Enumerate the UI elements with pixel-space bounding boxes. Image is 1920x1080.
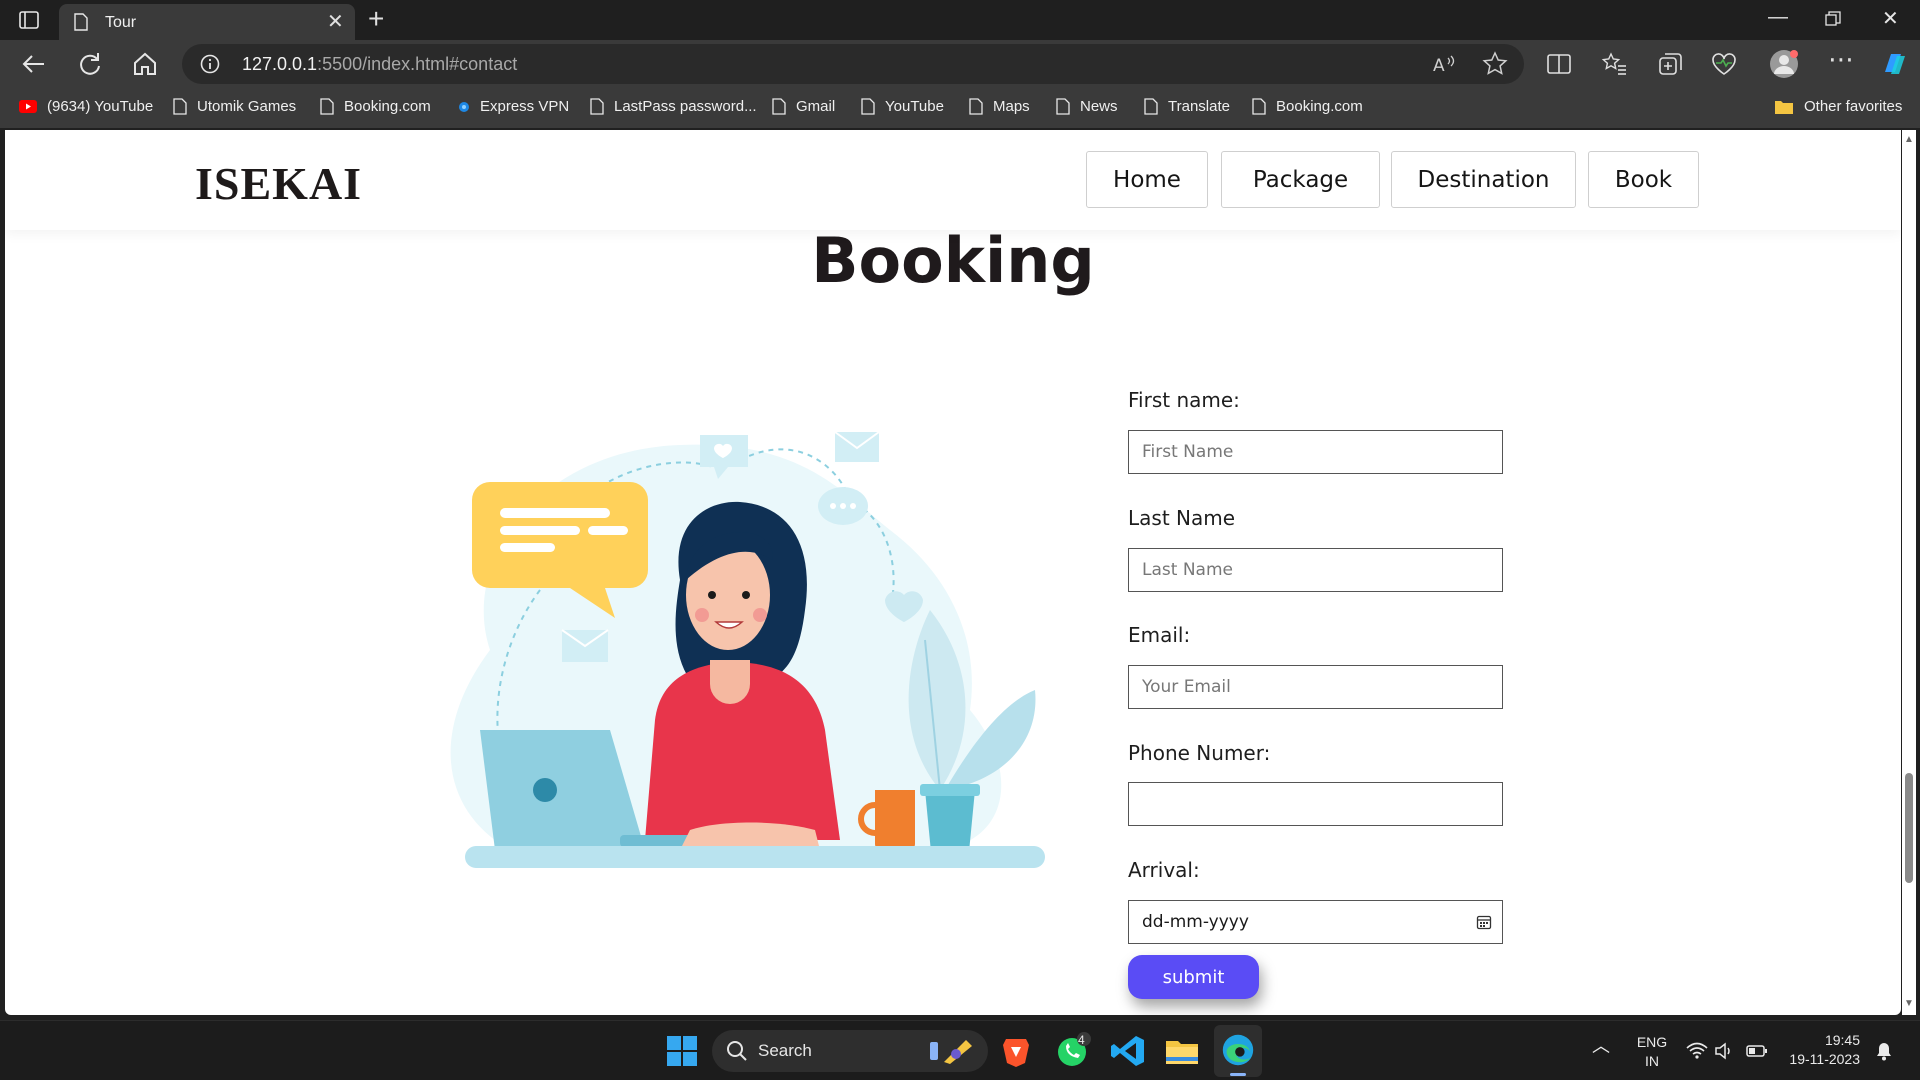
nav-home[interactable]: Home bbox=[1086, 151, 1208, 208]
browser-tab-active[interactable]: Tour ✕ bbox=[59, 4, 355, 40]
bookmark-translate[interactable]: Translate bbox=[1144, 98, 1230, 115]
file-explorer-icon[interactable] bbox=[1162, 1031, 1202, 1071]
scrollbar-thumb[interactable] bbox=[1905, 773, 1913, 883]
tab-title: Tour bbox=[105, 14, 137, 31]
bookmark-youtube[interactable]: YouTube bbox=[861, 98, 944, 115]
bookmark-gmail[interactable]: Gmail bbox=[772, 98, 835, 115]
page-icon bbox=[1056, 98, 1070, 115]
show-hidden-icons-chevron-icon[interactable]: ︿ bbox=[1592, 1037, 1610, 1056]
page-icon bbox=[74, 13, 88, 31]
first-name-input[interactable]: First Name bbox=[1128, 430, 1503, 474]
arrival-date-input[interactable]: dd-mm-yyyy bbox=[1128, 900, 1503, 944]
favorites-bar: (9634) YouTube Utomik Games Booking.com … bbox=[0, 88, 1920, 128]
windows-taskbar: Search 4 ︿ ENG IN 19:45 19-11-2023 bbox=[0, 1020, 1920, 1080]
browser-essentials-icon[interactable] bbox=[1710, 50, 1738, 78]
whatsapp-icon[interactable] bbox=[1052, 1031, 1092, 1071]
settings-more-icon[interactable]: ⋯ bbox=[1828, 44, 1856, 74]
phone-label: Phone Numer: bbox=[1128, 741, 1271, 765]
page-title: Booking bbox=[811, 224, 1095, 297]
arrival-date-value: dd-mm-yyyy bbox=[1142, 912, 1249, 932]
email-input[interactable]: Your Email bbox=[1128, 665, 1503, 709]
nav-package[interactable]: Package bbox=[1221, 151, 1380, 208]
scroll-down-arrow-icon[interactable]: ▼ bbox=[1904, 998, 1914, 1009]
battery-icon[interactable] bbox=[1746, 1043, 1768, 1059]
nav-book[interactable]: Book bbox=[1588, 151, 1699, 208]
first-name-label: First name: bbox=[1128, 388, 1240, 412]
last-name-input[interactable]: Last Name bbox=[1128, 548, 1503, 592]
page-icon bbox=[969, 98, 983, 115]
active-indicator bbox=[1230, 1073, 1246, 1076]
bookmark-utomik[interactable]: Utomik Games bbox=[173, 98, 296, 115]
bookmark-expressvpn[interactable]: Express VPN bbox=[458, 98, 569, 115]
url-field[interactable]: 127.0.0.1:5500/index.html#contact bbox=[182, 44, 1524, 84]
site-logo[interactable]: ISEKAI bbox=[195, 157, 362, 210]
page-scrollbar[interactable]: ▲ ▼ bbox=[1902, 130, 1916, 1015]
site-header: ISEKAI Home Package Destination Book bbox=[5, 130, 1901, 230]
vscode-icon[interactable] bbox=[1108, 1031, 1148, 1071]
profile-avatar-icon[interactable] bbox=[1768, 48, 1800, 80]
address-bar-row: 127.0.0.1:5500/index.html#contact A ⋯ bbox=[0, 40, 1920, 88]
restore-button[interactable] bbox=[1825, 11, 1841, 27]
svg-text:A: A bbox=[1433, 56, 1445, 76]
refresh-icon[interactable] bbox=[76, 50, 104, 78]
wifi-icon[interactable] bbox=[1686, 1042, 1708, 1060]
email-label: Email: bbox=[1128, 623, 1191, 647]
copilot-icon[interactable] bbox=[1879, 48, 1911, 80]
new-tab-button[interactable]: + bbox=[368, 5, 384, 33]
edge-taskbar-active[interactable] bbox=[1214, 1025, 1262, 1077]
page-icon bbox=[173, 98, 187, 115]
page-icon bbox=[590, 98, 604, 115]
collections-icon[interactable] bbox=[1656, 50, 1684, 78]
folder-icon bbox=[1775, 100, 1793, 114]
page-icon bbox=[772, 98, 786, 115]
search-highlight-icon bbox=[930, 1040, 972, 1064]
other-favorites-folder[interactable]: Other favorites bbox=[1774, 98, 1902, 115]
calendar-icon[interactable] bbox=[1476, 914, 1492, 930]
scroll-up-arrow-icon[interactable]: ▲ bbox=[1904, 134, 1914, 145]
clock[interactable]: 19:45 19-11-2023 bbox=[1780, 1031, 1860, 1069]
page-icon bbox=[320, 98, 334, 115]
last-name-label: Last Name bbox=[1128, 506, 1236, 530]
page-icon bbox=[1252, 98, 1266, 115]
arrival-label: Arrival: bbox=[1128, 858, 1200, 882]
bookmark-booking[interactable]: Booking.com bbox=[320, 98, 431, 115]
split-screen-icon[interactable] bbox=[1545, 50, 1573, 78]
page-icon bbox=[861, 98, 875, 115]
page-icon bbox=[1144, 98, 1158, 115]
page-viewport: ISEKAI Home Package Destination Book Boo… bbox=[5, 130, 1901, 1015]
close-window-button[interactable]: ✕ bbox=[1882, 6, 1899, 31]
read-aloud-icon[interactable]: A bbox=[1430, 50, 1458, 78]
close-tab-icon[interactable]: ✕ bbox=[327, 12, 344, 32]
youtube-icon bbox=[19, 100, 37, 113]
edge-browser-icon bbox=[1222, 1034, 1254, 1066]
bookmark-news[interactable]: News bbox=[1056, 98, 1118, 115]
bookmark-maps[interactable]: Maps bbox=[969, 98, 1030, 115]
bookmark-youtube-counter[interactable]: (9634) YouTube bbox=[19, 98, 153, 115]
nav-destination[interactable]: Destination bbox=[1391, 151, 1576, 208]
home-icon[interactable] bbox=[131, 50, 159, 78]
site-info-icon[interactable] bbox=[200, 54, 220, 74]
tab-actions-icon[interactable] bbox=[18, 9, 40, 31]
tab-bar: Tour ✕ + — ✕ bbox=[0, 0, 1920, 40]
taskbar-search-box[interactable]: Search bbox=[712, 1030, 988, 1072]
globe-icon bbox=[459, 101, 469, 112]
windows-start-icon[interactable] bbox=[662, 1031, 702, 1071]
volume-icon[interactable] bbox=[1714, 1042, 1734, 1060]
url-text: 127.0.0.1:5500/index.html#contact bbox=[242, 54, 518, 74]
bookmark-lastpass[interactable]: LastPass password... bbox=[590, 98, 757, 115]
customer-support-illustration bbox=[450, 431, 1045, 868]
back-arrow-icon[interactable] bbox=[20, 50, 48, 78]
search-icon bbox=[727, 1041, 747, 1061]
search-label: Search bbox=[758, 1041, 812, 1060]
bookmark-booking-2[interactable]: Booking.com bbox=[1252, 98, 1363, 115]
phone-input[interactable] bbox=[1128, 782, 1503, 826]
favorite-star-icon[interactable] bbox=[1481, 50, 1509, 78]
brave-browser-icon[interactable] bbox=[996, 1031, 1036, 1071]
favorites-icon[interactable] bbox=[1600, 50, 1628, 78]
language-indicator[interactable]: ENG IN bbox=[1632, 1033, 1672, 1071]
minimize-button[interactable]: — bbox=[1768, 6, 1788, 29]
submit-button[interactable]: submit bbox=[1128, 955, 1259, 999]
notification-bell-icon[interactable] bbox=[1875, 1041, 1893, 1061]
whatsapp-badge: 4 bbox=[1078, 1033, 1085, 1047]
